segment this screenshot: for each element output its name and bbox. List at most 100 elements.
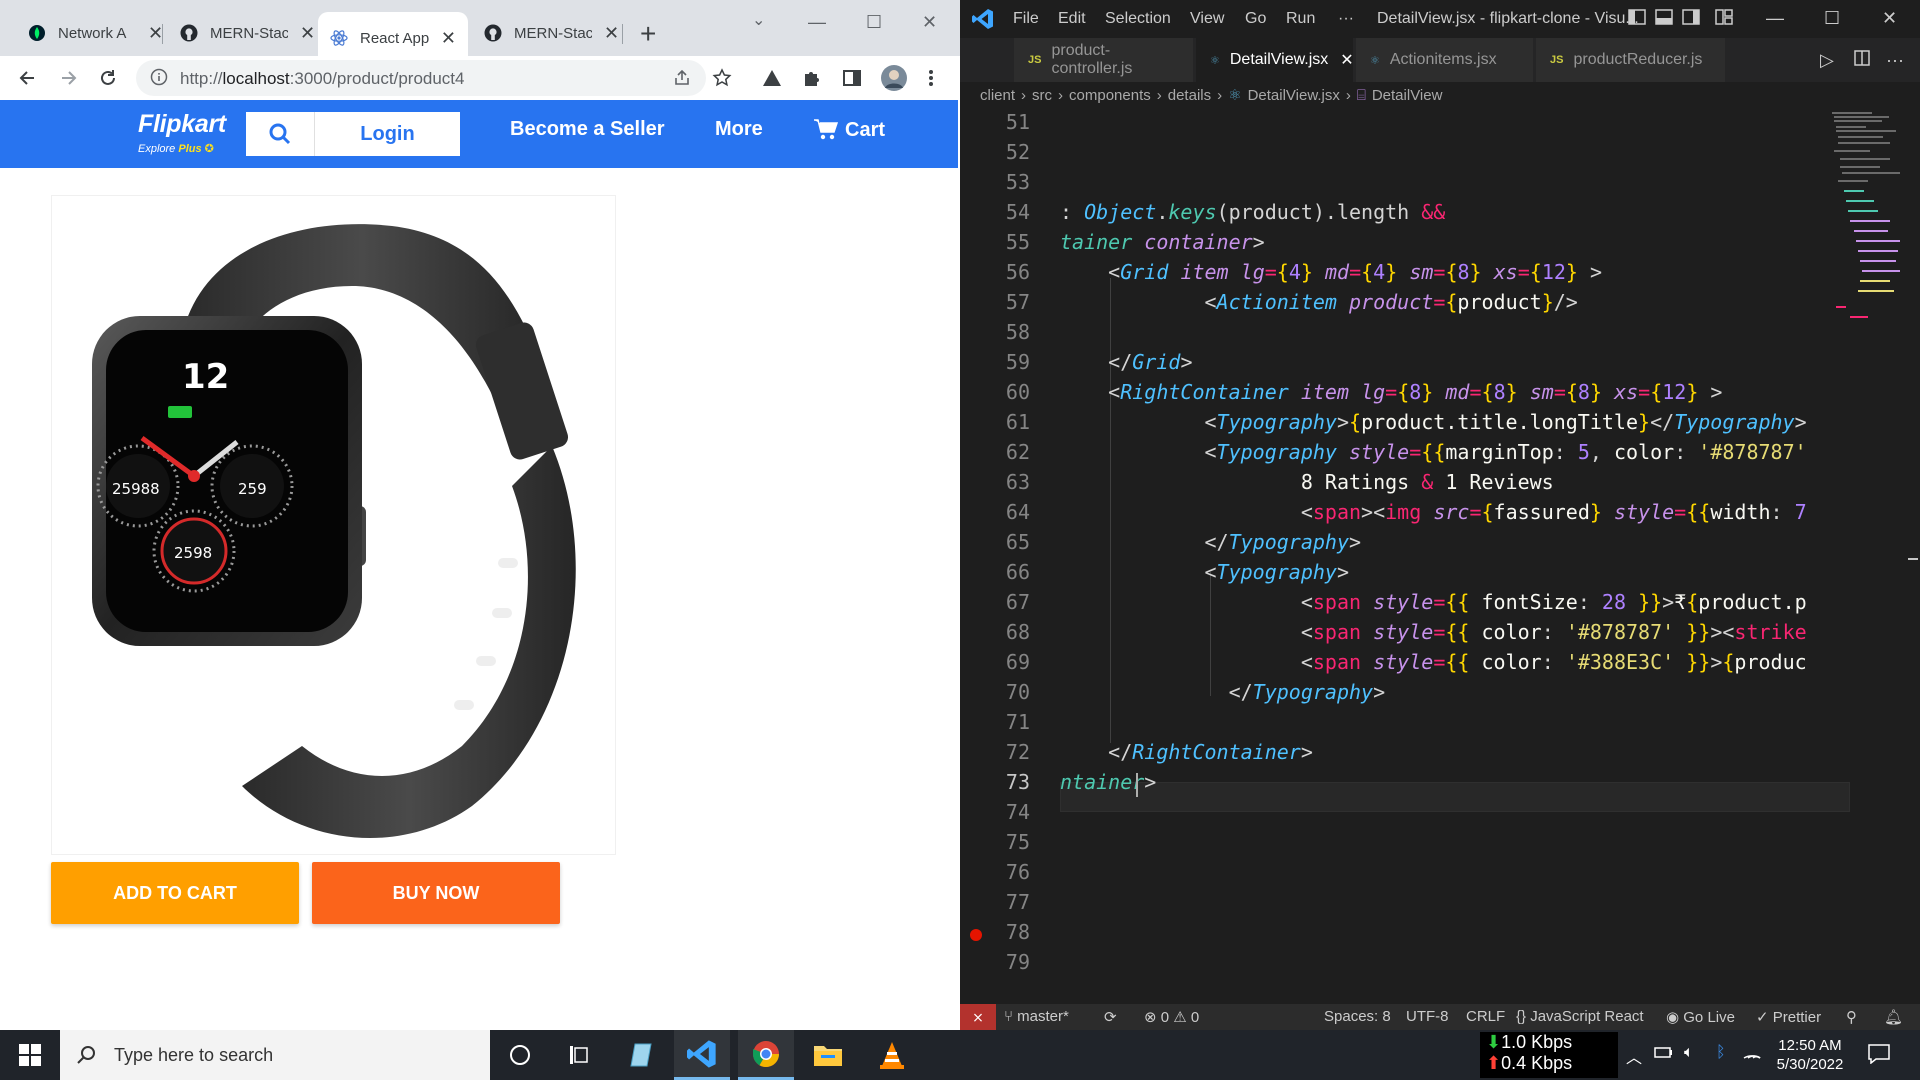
address-bar[interactable]: http://localhost:3000/product/product4 [136, 60, 706, 96]
prettier-status[interactable]: ✓ Prettier [1756, 1008, 1821, 1026]
toggle-panel-icon[interactable] [1655, 8, 1673, 31]
watch-hour: 12 [182, 357, 229, 397]
browser-tab[interactable]: MERN-Stac ✕ [472, 14, 631, 52]
close-window-icon[interactable]: ✕ [1882, 8, 1897, 29]
system-clock[interactable]: 12:50 AM 5/30/2022 [1770, 1036, 1850, 1074]
language-mode[interactable]: {} JavaScript React [1516, 1008, 1644, 1025]
indentation-setting[interactable]: Spaces: 8 [1324, 1008, 1391, 1025]
chrome-app-icon[interactable] [738, 1030, 794, 1080]
wifi-icon[interactable] [1742, 1044, 1762, 1065]
menu-edit[interactable]: Edit [1058, 10, 1086, 28]
side-panel-icon[interactable] [842, 68, 862, 93]
menu-go[interactable]: Go [1245, 10, 1266, 28]
forward-arrow-icon[interactable] [54, 64, 82, 92]
eol-setting[interactable]: CRLF [1466, 1008, 1505, 1025]
add-to-cart-button[interactable]: ADD TO CART [51, 862, 299, 924]
vlc-app-icon[interactable] [864, 1030, 920, 1080]
encoding-setting[interactable]: UTF-8 [1406, 1008, 1449, 1025]
customize-layout-icon[interactable] [1715, 8, 1733, 31]
minimize-icon[interactable]: — [1766, 8, 1784, 29]
search-button[interactable] [246, 112, 314, 156]
notifications-bell-icon[interactable]: 🔔︎ [1884, 1008, 1903, 1026]
volume-icon[interactable]: 🔈︎ [1684, 1044, 1694, 1062]
breadcrumb-item[interactable]: components [1069, 87, 1151, 104]
close-icon[interactable]: ✕ [441, 29, 456, 47]
download-speed: ⬇1.0 Kbps [1486, 1032, 1618, 1053]
breadcrumb-item[interactable]: client [980, 87, 1015, 104]
breadcrumb-item[interactable]: details [1168, 87, 1211, 104]
notepad-app-icon[interactable] [614, 1030, 670, 1080]
problems-indicator[interactable]: ⊗ 0 ⚠ 0 [1144, 1008, 1199, 1026]
extensions-puzzle-icon[interactable] [802, 68, 822, 93]
breakpoint-dot[interactable] [970, 929, 982, 941]
more-menu[interactable]: More [715, 118, 763, 141]
login-button[interactable]: Login [314, 112, 460, 156]
reload-icon[interactable] [94, 64, 122, 92]
remote-indicator-icon[interactable]: ⨯ [960, 1004, 996, 1030]
close-icon[interactable]: ✕ [604, 24, 619, 42]
breadcrumb-item[interactable]: DetailView [1372, 87, 1443, 104]
browser-tab[interactable]: MERN-Stac ✕ [168, 14, 327, 52]
maximize-icon[interactable]: ☐ [866, 12, 882, 33]
close-tab-icon[interactable]: ✕ [1340, 50, 1353, 70]
share-icon[interactable] [672, 68, 692, 93]
editor-tab[interactable]: JS productReducer.js [1536, 38, 1726, 82]
new-tab-plus-icon[interactable]: + [640, 20, 656, 48]
breadcrumb-item[interactable]: src [1032, 87, 1052, 104]
code-editor[interactable]: 51 52 53 54 55 56 57 58 59 60 61 62 63 6… [960, 110, 1850, 1000]
run-play-icon[interactable]: ▷ [1820, 50, 1834, 71]
breadcrumb-item[interactable]: DetailView.jsx [1248, 87, 1340, 104]
vscode-window: File Edit Selection View Go Run ··· Deta… [960, 0, 1920, 1030]
cortana-circle-icon[interactable] [492, 1030, 548, 1080]
battery-icon[interactable] [1654, 1044, 1674, 1065]
site-info-icon[interactable] [150, 68, 168, 91]
task-view-icon[interactable] [552, 1030, 608, 1080]
vscode-app-icon[interactable] [674, 1030, 730, 1080]
kebab-menu-icon[interactable] [928, 68, 934, 93]
line-number: 75 [1005, 830, 1030, 854]
toggle-secondary-sidebar-icon[interactable] [1682, 8, 1700, 31]
close-icon[interactable]: ✕ [300, 24, 315, 42]
vertical-scrollbar[interactable] [1904, 110, 1918, 1000]
toggle-sidebar-icon[interactable] [1628, 8, 1646, 31]
split-editor-icon[interactable] [1854, 50, 1870, 71]
git-branch[interactable]: ⑂ master* [1004, 1008, 1069, 1025]
profile-avatar[interactable] [880, 64, 908, 97]
back-arrow-icon[interactable] [14, 64, 42, 92]
menu-file[interactable]: File [1013, 10, 1039, 28]
go-live-button[interactable]: ◉ Go Live [1666, 1008, 1735, 1026]
menu-view[interactable]: View [1190, 10, 1224, 28]
browser-tab[interactable]: Network A ✕ [16, 14, 175, 52]
notifications-icon[interactable] [1868, 1044, 1890, 1069]
tab-search-chevron-icon[interactable]: ⌄ [752, 10, 765, 30]
github-icon [180, 24, 198, 42]
extension-triangle-icon[interactable] [762, 68, 782, 93]
maximize-icon[interactable]: ☐ [1824, 8, 1840, 29]
minimize-icon[interactable]: — [808, 12, 826, 33]
accounts-feedback-icon[interactable]: ⚲ [1846, 1008, 1857, 1026]
close-window-icon[interactable]: ✕ [922, 12, 937, 33]
more-actions-icon[interactable]: ··· [1886, 50, 1904, 71]
bluetooth-icon[interactable]: ᛒ [1716, 1044, 1726, 1062]
bookmark-star-icon[interactable] [712, 68, 732, 93]
close-icon[interactable]: ✕ [148, 24, 163, 42]
taskbar-search-box[interactable]: Type here to search [60, 1030, 490, 1080]
become-seller-link[interactable]: Become a Seller [510, 118, 665, 141]
flipkart-logo[interactable]: Flipkart Explore Plus ✪ [138, 110, 226, 155]
start-button[interactable] [0, 1030, 60, 1080]
cart-link[interactable]: Cart [813, 118, 885, 142]
show-hidden-icons-chevron-icon[interactable]: ︿ [1626, 1044, 1642, 1068]
broadcast-icon: ◉ [1666, 1009, 1680, 1026]
line-number: 52 [1005, 140, 1030, 164]
editor-tab[interactable]: JS product-controller.js [1014, 38, 1194, 82]
menu-run[interactable]: Run [1286, 10, 1315, 28]
menu-more[interactable]: ··· [1338, 10, 1354, 28]
sync-icon[interactable]: ⟳ [1104, 1008, 1117, 1026]
buy-now-button[interactable]: BUY NOW [312, 862, 560, 924]
file-explorer-app-icon[interactable] [800, 1030, 856, 1080]
url-text[interactable]: http://localhost:3000/product/product4 [180, 69, 465, 89]
upload-speed-value: 0.4 Kbps [1501, 1053, 1573, 1073]
editor-tab[interactable]: ⚛ Actionitems.jsx [1356, 38, 1534, 82]
menu-selection[interactable]: Selection [1105, 10, 1171, 28]
editor-tab-active[interactable]: ⚛ DetailView.jsx ✕ [1196, 38, 1354, 82]
